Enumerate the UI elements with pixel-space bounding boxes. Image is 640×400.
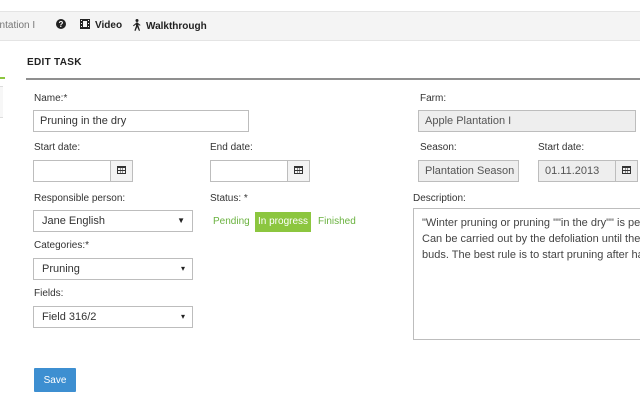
categories-select[interactable]: Pruning ▾: [33, 258, 193, 280]
save-button[interactable]: Save: [34, 368, 76, 392]
description-label: Description:: [413, 193, 466, 204]
calendar-icon: [622, 165, 631, 177]
description-line: Can be carried out by the defoliation un…: [422, 233, 640, 245]
start-date-calendar-button[interactable]: [111, 160, 133, 182]
breadcrumb[interactable]: antation I: [0, 20, 35, 31]
fields-label: Fields:: [34, 288, 64, 299]
help-icon[interactable]: ?: [56, 19, 66, 29]
start-date-input[interactable]: [33, 160, 111, 182]
end-date-input[interactable]: [210, 160, 288, 182]
nav-active-indicator: [0, 77, 5, 79]
season-start-calendar-button: [616, 160, 638, 182]
fields-value: Field 316/2: [42, 311, 97, 323]
video-link[interactable]: Video: [80, 19, 122, 32]
walkthrough-link[interactable]: Walkthrough: [132, 19, 207, 34]
end-date-calendar-button[interactable]: [288, 160, 310, 182]
farm-input: Apple Plantation I: [418, 110, 636, 132]
description-textarea[interactable]: "Winter pruning or pruning ""in the dry"…: [413, 208, 640, 340]
film-icon: [80, 19, 90, 32]
status-pending[interactable]: Pending: [210, 212, 253, 232]
svg-text:?: ?: [59, 20, 64, 29]
end-date-label: End date:: [210, 142, 253, 153]
description-line: buds. The best rule is to start pruning …: [422, 249, 640, 261]
categories-value: Pruning: [42, 263, 80, 275]
responsible-label: Responsible person:: [34, 193, 126, 204]
walkthrough-label: Walkthrough: [146, 21, 207, 32]
season-start-date-input: 01.11.2013: [538, 160, 616, 182]
side-tab[interactable]: [0, 86, 3, 118]
categories-label: Categories:*: [34, 240, 90, 251]
caret-down-icon: ▾: [180, 312, 185, 321]
status-in-progress[interactable]: In progress: [255, 212, 312, 232]
video-label: Video: [95, 20, 123, 31]
title-divider: [26, 78, 640, 80]
season-start-date-label: Start date:: [538, 142, 585, 153]
responsible-select[interactable]: Jane English ▼: [33, 210, 193, 232]
season-input: Plantation Season: [418, 160, 519, 182]
calendar-icon: [117, 165, 126, 177]
start-date-label: Start date:: [34, 142, 81, 153]
page-title: EDIT TASK: [27, 57, 82, 68]
farm-label: Farm:: [420, 93, 447, 104]
caret-down-icon: ▾: [180, 264, 185, 273]
status-finished[interactable]: Finished: [315, 212, 359, 232]
calendar-icon: [294, 165, 303, 177]
name-input[interactable]: Pruning in the dry: [33, 110, 249, 132]
caret-down-icon: ▼: [177, 216, 185, 225]
description-line: "Winter pruning or pruning ""in the dry"…: [422, 217, 640, 229]
fields-select[interactable]: Field 316/2 ▾: [33, 306, 193, 328]
name-label: Name:*: [34, 93, 68, 104]
season-label: Season:: [420, 142, 457, 153]
walking-person-icon: [132, 19, 141, 34]
responsible-value: Jane English: [42, 215, 105, 227]
status-label: Status: *: [210, 193, 248, 204]
top-toolbar: antation I ? Video Walkthrough: [0, 11, 640, 41]
